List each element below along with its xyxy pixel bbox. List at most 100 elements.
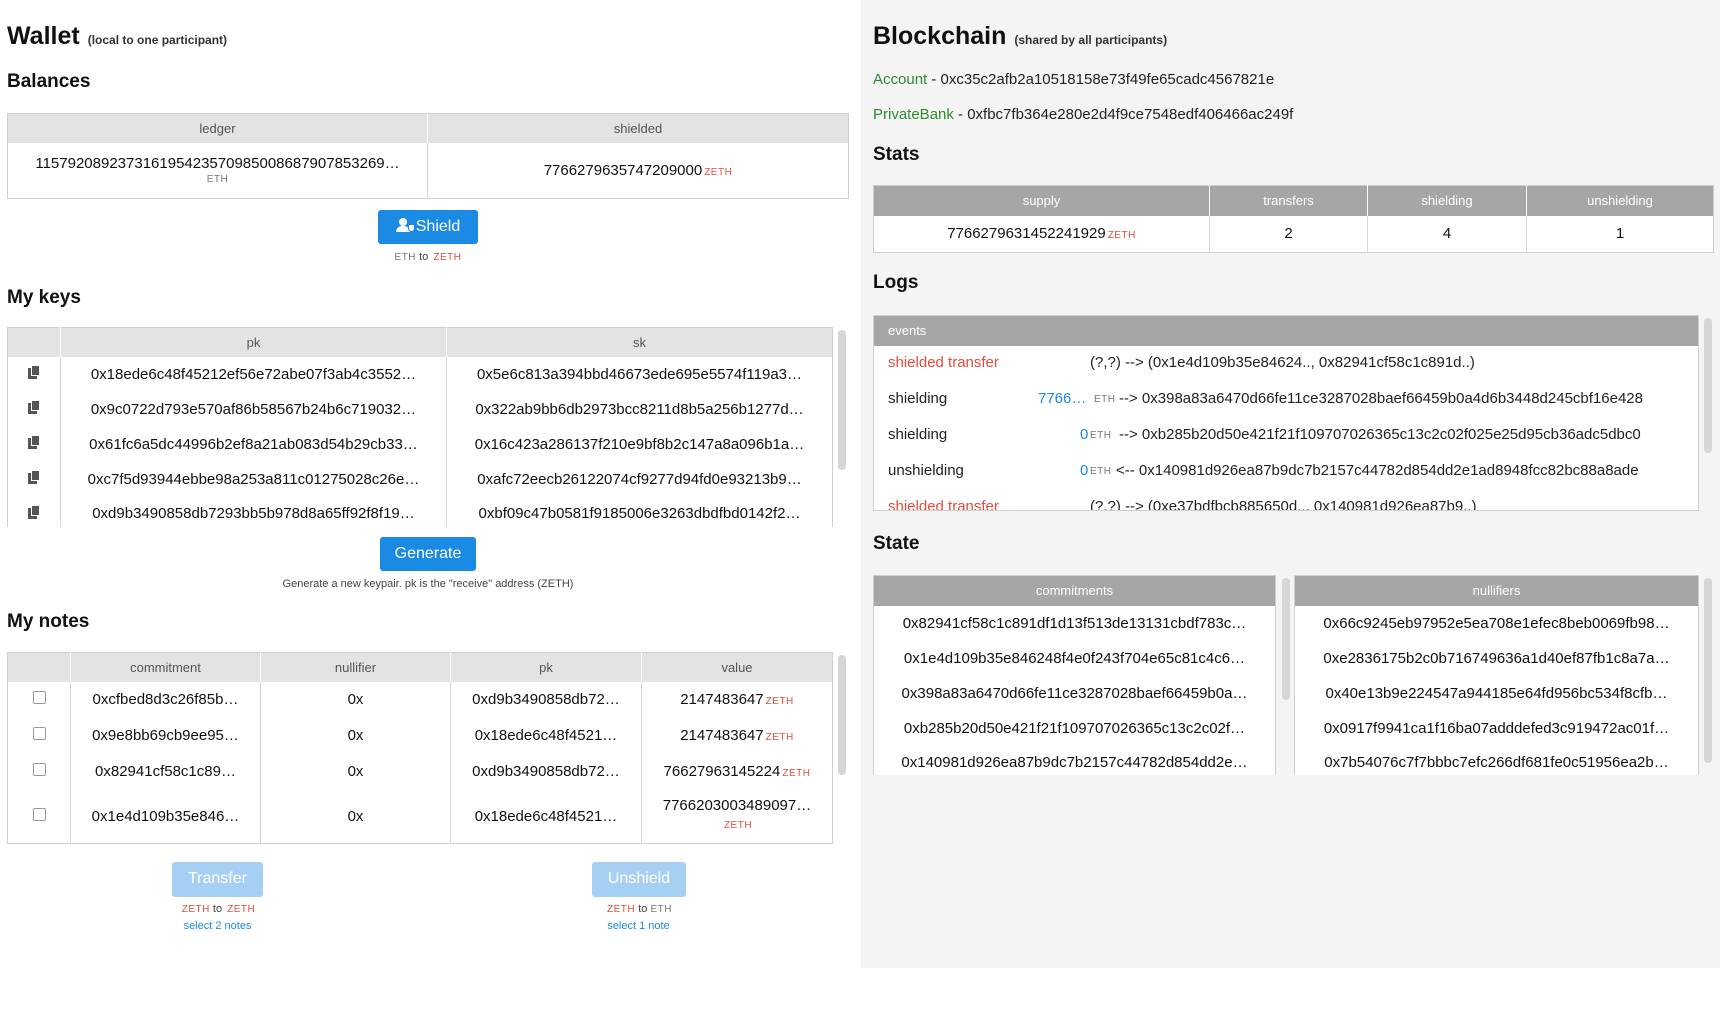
note-nullifier: 0x bbox=[260, 753, 451, 790]
note-commitment: 0xcfbed8d3c26f85b… bbox=[70, 681, 261, 718]
notes-header-pk: pk bbox=[450, 652, 642, 682]
bank-label: PrivateBank bbox=[873, 106, 954, 123]
blockchain-title-text: Blockchain bbox=[873, 22, 1007, 50]
note-select-checkbox[interactable] bbox=[7, 681, 71, 718]
event-detail: <-- 0x140981d926ea87b9dc7b2157c44782d854… bbox=[1116, 462, 1639, 479]
note-pk: 0x18ede6c48f4521… bbox=[450, 789, 642, 844]
commitment-item: 0x398a83a6470d66fe11ce3287028baef66459b0… bbox=[901, 684, 1248, 702]
transfer-caption-from: ZETH bbox=[181, 904, 210, 915]
nullifier-item: 0x66c9245eb97952e5ea708e1efec8beb0069fb9… bbox=[1323, 614, 1670, 632]
note-commitment: 0x1e4d109b35e846… bbox=[70, 789, 261, 844]
key-sk: 0x322ab9bb6db2973bcc8211d8b5a256b1277d… bbox=[475, 400, 804, 418]
unshield-button[interactable]: Unshield bbox=[592, 862, 686, 897]
key-pk: 0xd9b3490858db7293bb5b978d8a65ff92f8f19… bbox=[60, 496, 447, 527]
commitments-scrollbar[interactable] bbox=[1282, 578, 1290, 700]
copy-key-button[interactable] bbox=[7, 391, 61, 427]
events-scrollbar[interactable] bbox=[1704, 318, 1712, 453]
shield-button[interactable]: Shield bbox=[378, 210, 478, 244]
event-detail: --> 0xb285b20d50e421f21f109707026365c13c… bbox=[1119, 426, 1641, 443]
generate-button[interactable]: Generate bbox=[380, 537, 476, 571]
copy-icon bbox=[28, 470, 40, 484]
note-nullifier: 0x bbox=[260, 717, 451, 754]
copy-icon bbox=[28, 400, 40, 414]
notes-table: commitment nullifier pk value 0xcfbed8d3… bbox=[7, 652, 833, 844]
note-select-checkbox[interactable] bbox=[7, 753, 71, 790]
keys-table: pk sk 0x18ede6c48f45212ef56e72abe07f3ab4… bbox=[7, 327, 833, 527]
note-value-cell: 76627963145224 ZETH bbox=[642, 754, 833, 790]
shielded-balance-value: 7766279635747209000 bbox=[543, 161, 703, 179]
note-unit: ZETH bbox=[765, 732, 794, 743]
event-amount: 0 bbox=[1080, 462, 1089, 479]
note-pk: 0xd9b3490858db72… bbox=[450, 753, 642, 790]
note-value: 2147483647 bbox=[680, 691, 764, 708]
note-select-checkbox[interactable] bbox=[7, 717, 71, 754]
event-row: shielded transfer (?,?) --> (0xe37bdfbcb… bbox=[874, 490, 1698, 511]
event-amount: 7766… bbox=[1038, 390, 1087, 407]
bank-line: PrivateBank - 0xfbc7fb364e280e2d4f9ce754… bbox=[873, 106, 1293, 123]
note-commitment: 0x9e8bb69cb9ee95… bbox=[70, 717, 261, 754]
event-row: shielding 7766… ETH --> 0x398a83a6470d66… bbox=[874, 382, 1698, 418]
nullifier-item: 0x0917f9941ca1f16ba07adddefed3c919472ac0… bbox=[1323, 719, 1670, 737]
notes-header-select bbox=[7, 652, 71, 682]
stats-header-transfers: transfers bbox=[1209, 185, 1368, 216]
event-row: shielding 0 ETH --> 0xb285b20d50e421f21f… bbox=[874, 418, 1698, 454]
commitments-table: commitments 0x82941cf58c1c891df1d13f513d… bbox=[873, 575, 1276, 775]
event-detail: --> 0x398a83a6470d66fe11ce3287028baef664… bbox=[1119, 390, 1643, 407]
event-type: shielded transfer bbox=[888, 498, 999, 511]
shield-caption: ETH to ZETH bbox=[378, 251, 478, 263]
note-value: 76627963145224 bbox=[663, 763, 781, 780]
stats-header-shielding: shielding bbox=[1367, 185, 1527, 216]
nullifiers-table: nullifiers 0x66c9245eb97952e5ea708e1efec… bbox=[1294, 575, 1699, 775]
notes-header-nullifier: nullifier bbox=[260, 652, 451, 682]
key-row: 0x18ede6c48f45212ef56e72abe07f3ab4c3552…… bbox=[7, 356, 833, 392]
generate-caption: Generate a new keypair. pk is the "recei… bbox=[282, 578, 574, 590]
copy-key-button[interactable] bbox=[7, 426, 61, 462]
key-pk: 0x9c0722d793e570af86b58567b24b6c719032… bbox=[60, 391, 447, 427]
transfer-button[interactable]: Transfer bbox=[172, 862, 263, 897]
copy-key-button[interactable] bbox=[7, 356, 61, 392]
note-row: 0x9e8bb69cb9ee95… 0x 0x18ede6c48f4521… 2… bbox=[7, 717, 833, 754]
wallet-panel: Wallet (local to one participant) Balance… bbox=[0, 0, 861, 1028]
event-row: unshielding 0 ETH <-- 0x140981d926ea87b9… bbox=[874, 454, 1698, 490]
stats-title: Stats bbox=[873, 144, 920, 165]
transfer-caption-word: to bbox=[212, 903, 223, 915]
keys-scrollbar[interactable] bbox=[838, 330, 846, 470]
transfer-caption-to: ZETH bbox=[227, 904, 256, 915]
account-address: - 0xc35c2afb2a10518158e73f49fe65cadc4567… bbox=[927, 71, 1275, 88]
unshield-caption-to: ETH bbox=[650, 904, 672, 915]
event-unit: ETH bbox=[1090, 466, 1112, 477]
note-value: 7766203003489097… bbox=[662, 797, 812, 815]
note-unit: ZETH bbox=[782, 768, 811, 779]
nullifiers-scrollbar[interactable] bbox=[1704, 578, 1712, 763]
copy-key-button[interactable] bbox=[7, 496, 61, 527]
copy-key-button[interactable] bbox=[7, 461, 61, 497]
event-type: unshielding bbox=[888, 462, 964, 479]
event-type: shielding bbox=[888, 390, 948, 407]
key-row: 0x9c0722d793e570af86b58567b24b6c719032… … bbox=[7, 391, 833, 427]
copy-icon bbox=[28, 365, 40, 379]
note-commitment: 0x82941cf58c1c89… bbox=[70, 753, 261, 790]
key-sk: 0x16c423a286137f210e9bf8b2c147a8a096b1a… bbox=[474, 435, 805, 453]
keys-title: My keys bbox=[7, 287, 81, 308]
key-sk: 0xafc72eecb26122074cf9277d94fd0e93213b9… bbox=[477, 470, 802, 488]
account-label: Account bbox=[873, 71, 928, 88]
note-value-cell: 2147483647 ZETH bbox=[642, 718, 833, 754]
notes-scrollbar[interactable] bbox=[838, 655, 846, 775]
blockchain-panel: Blockchain (shared by all participants) A… bbox=[861, 0, 1720, 968]
shield-caption-to: ZETH bbox=[433, 252, 462, 263]
blockchain-subtitle: (shared by all participants) bbox=[1014, 33, 1168, 47]
key-sk: 0xbf09c47b0581f9185006e3263dbdfbd0142f2… bbox=[478, 505, 801, 523]
commitments-table-wrap: commitments 0x82941cf58c1c891df1d13f513d… bbox=[873, 575, 1276, 775]
shield-caption-from: ETH bbox=[394, 252, 417, 263]
event-detail: (?,?) --> (0x1e4d109b35e84624.., 0x82941… bbox=[1090, 354, 1475, 371]
event-type: shielding bbox=[888, 426, 948, 443]
note-select-checkbox[interactable] bbox=[7, 789, 71, 844]
ledger-balance-unit: ETH bbox=[206, 174, 229, 186]
account-line: Account - 0xc35c2afb2a10518158e73f49fe65… bbox=[873, 71, 1274, 88]
unshield-caption-word: to bbox=[638, 903, 648, 915]
event-unit: ETH bbox=[1090, 430, 1112, 441]
nullifier-item: 0xe2836175b2c0b716749636a1d40ef87fb1c8a7… bbox=[1323, 649, 1670, 667]
notes-table-wrap: commitment nullifier pk value 0xcfbed8d3… bbox=[7, 652, 833, 852]
blockchain-title: Blockchain (shared by all participants) bbox=[873, 22, 1167, 51]
note-unit: ZETH bbox=[723, 820, 753, 832]
